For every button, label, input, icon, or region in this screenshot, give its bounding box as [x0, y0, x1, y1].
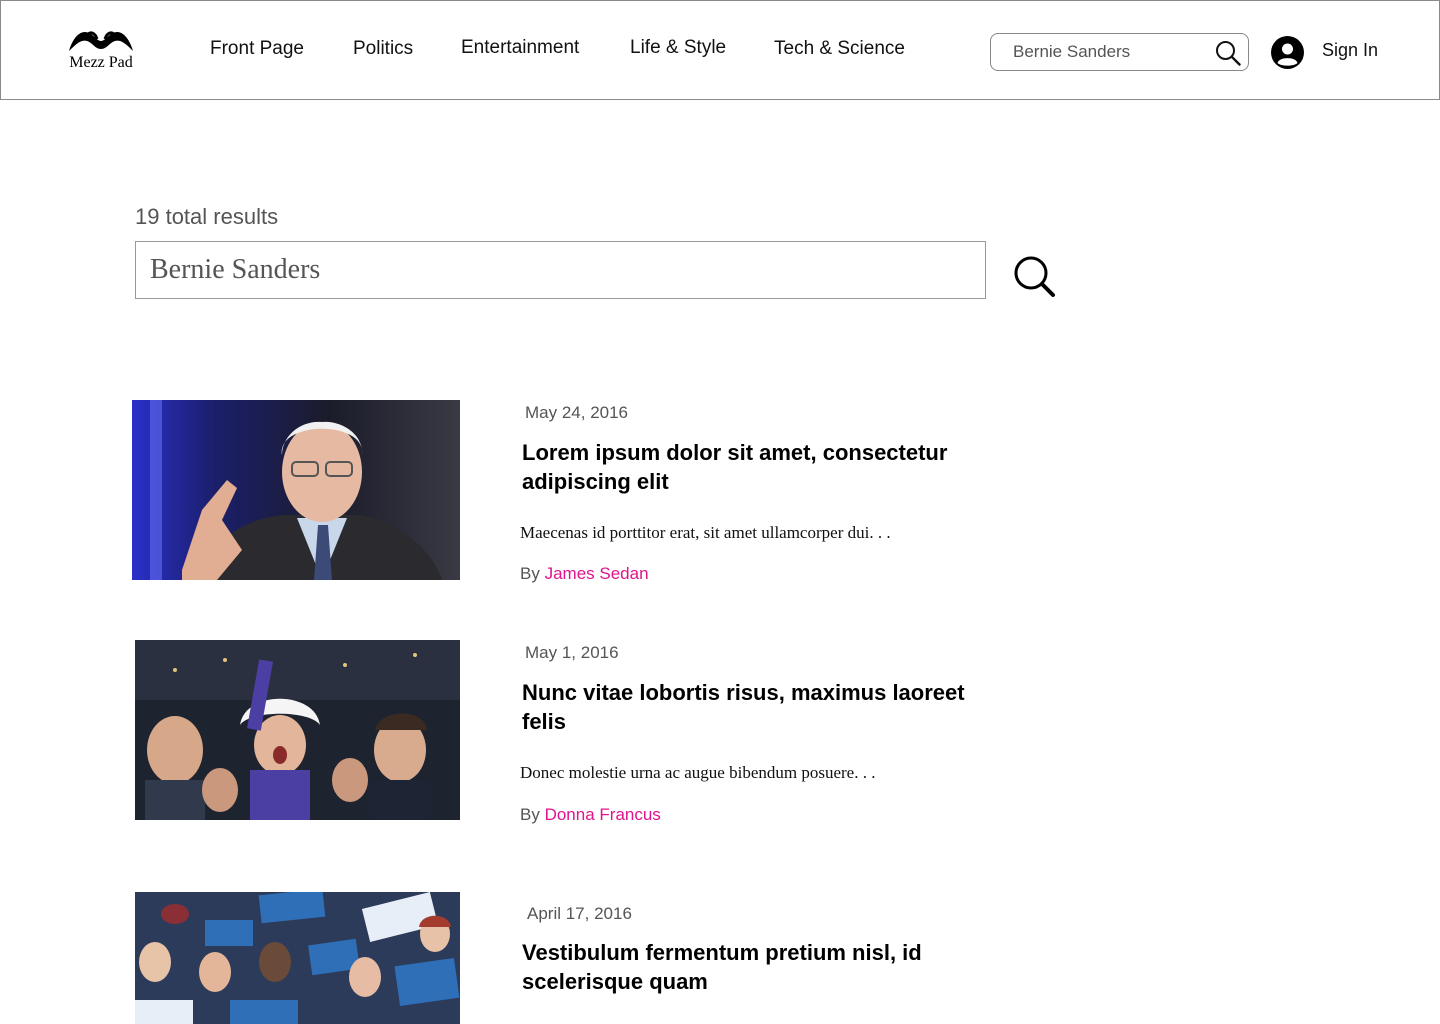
article-date: April 17, 2016: [527, 904, 632, 923]
article-date: May 24, 2016: [525, 403, 629, 422]
article-title[interactable]: Vestibulum fermentum pretium nisl, id sc…: [522, 938, 992, 996]
article-title[interactable]: Nunc vitae lobortis risus, maximus laore…: [522, 678, 992, 736]
article-image-crowd[interactable]: [135, 640, 460, 820]
main-search-input[interactable]: [150, 252, 970, 288]
article-3: April 17, 2016 Vestibulum fermentum pret…: [0, 0, 1440, 1024]
article-byline: By Donna Francus: [520, 805, 661, 825]
author-link[interactable]: Donna Francus: [545, 805, 661, 824]
byline-prefix: By: [520, 564, 540, 583]
author-link[interactable]: James Sedan: [545, 564, 649, 583]
article-date: May 1, 2016: [525, 643, 619, 662]
article-title[interactable]: Lorem ipsum dolor sit amet, consectetur …: [522, 438, 992, 496]
byline-prefix: By: [520, 805, 540, 824]
article-excerpt: Maecenas id porttitor erat, sit amet ull…: [520, 523, 891, 542]
results-count: 19 total results: [135, 204, 279, 229]
article-excerpt: Donec molestie urna ac augue bibendum po…: [520, 763, 876, 782]
main-search-box: [135, 241, 986, 299]
main-search-button-icon[interactable]: [1012, 254, 1058, 300]
article-byline: By James Sedan: [520, 564, 649, 584]
article-image-rally-signs[interactable]: [135, 892, 460, 1024]
article-image-senator-speaking[interactable]: [132, 400, 460, 580]
